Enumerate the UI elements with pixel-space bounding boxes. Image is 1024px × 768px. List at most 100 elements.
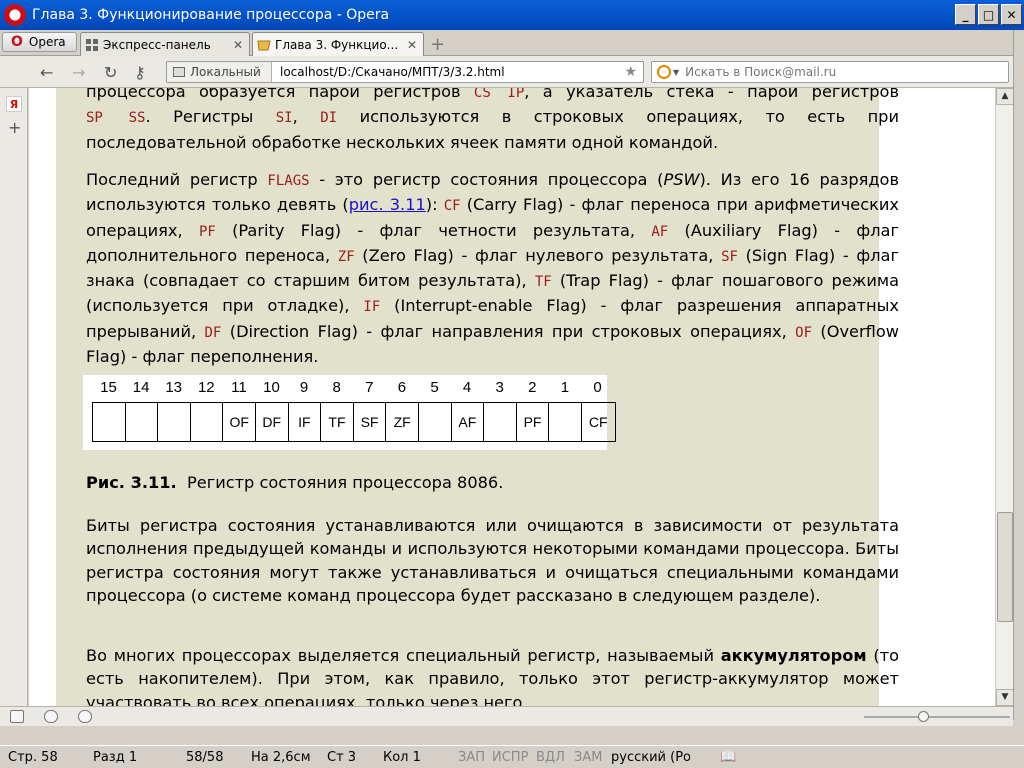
- forward-button[interactable]: →: [72, 63, 85, 82]
- code-sf: SF: [721, 248, 738, 265]
- paragraph-accumulator: Во многих процессорах выделяется специал…: [86, 644, 899, 706]
- tab-speed-dial[interactable]: Экспресс-панель ✕: [80, 32, 250, 56]
- opera-logo-icon[interactable]: [4, 4, 26, 26]
- maximize-button[interactable]: □: [978, 4, 999, 25]
- text: используются в строковых операциях, то е…: [337, 107, 899, 127]
- register-bit-cell: [126, 403, 159, 441]
- register-bit-cell: PF: [517, 403, 550, 441]
- address-toolbar: ← → ↻ ⚷ Локальный localhost/D:/Скачано/М…: [0, 56, 1024, 88]
- psw-term: PSW: [663, 170, 700, 189]
- register-bit-cell: [191, 403, 224, 441]
- bit-number: 0: [593, 379, 602, 396]
- tab-close-icon[interactable]: ✕: [407, 38, 417, 52]
- text: - это регистр состояния процессора (: [309, 170, 664, 189]
- bookmark-star-icon[interactable]: ★: [624, 64, 637, 80]
- search-engine-icon[interactable]: [657, 65, 671, 79]
- cloud-icon[interactable]: [44, 710, 58, 723]
- status-page: Стр. 58: [8, 750, 58, 765]
- status-section: Разд 1: [93, 750, 138, 765]
- register-bit-cell: AF: [452, 403, 485, 441]
- zoom-slider-track[interactable]: [864, 716, 1010, 718]
- code-si: SI: [275, 110, 293, 127]
- figure-caption: Рис. 3.11. Регистр состояния процессора …: [86, 473, 503, 492]
- search-input[interactable]: ▼ Искать в Поиск@mail.ru: [651, 61, 1009, 83]
- page-icon: [257, 40, 271, 50]
- register-bit-cell: [93, 403, 126, 441]
- register-bit-cell: [158, 403, 191, 441]
- side-panel: Я +: [0, 88, 28, 706]
- browser-status-bar: [0, 706, 1013, 726]
- window-titlebar: Глава 3. Функционирование процессора - O…: [0, 0, 1024, 30]
- tab-chapter3[interactable]: Глава 3. Функцио... ✕: [252, 32, 424, 56]
- code-pf: PF: [198, 223, 216, 240]
- code-sp-ss: SP SS: [86, 110, 146, 127]
- text: . Регистры: [145, 107, 276, 127]
- code-df: DF: [204, 324, 222, 341]
- code-tf: TF: [534, 274, 552, 291]
- code-di: DI: [320, 110, 338, 127]
- status-pages: 58/58: [186, 750, 224, 765]
- security-badge[interactable]: Локальный: [167, 62, 272, 82]
- opera-o-icon: O: [11, 34, 23, 50]
- turbo-icon[interactable]: [78, 710, 92, 723]
- tab-close-icon[interactable]: ✕: [233, 38, 243, 52]
- text: , а указатель стека - парой регистров: [524, 88, 899, 101]
- panel-toggle-icon[interactable]: [10, 710, 24, 723]
- register-bit-cell: IF: [289, 403, 322, 441]
- text: процессора образуется парой регистров: [86, 88, 474, 101]
- close-button[interactable]: ✕: [1001, 4, 1022, 25]
- code-cs-ip: CS IP: [473, 88, 525, 101]
- vertical-scrollbar[interactable]: ▲ ▼: [995, 88, 1014, 706]
- bit-number: 1: [560, 379, 570, 396]
- bit-number: 8: [332, 379, 341, 396]
- text: ):: [425, 195, 444, 215]
- tab-label: Экспресс-панель: [103, 37, 211, 52]
- computer-icon: [173, 67, 185, 77]
- page-body: процессора образуется парой регистров CS…: [56, 88, 899, 706]
- window-right-edge: [1013, 30, 1024, 720]
- caption-label: Рис. 3.11.: [86, 473, 177, 492]
- status-ovr[interactable]: ЗАМ: [574, 750, 602, 765]
- figure-link[interactable]: рис. 3.11: [349, 195, 426, 214]
- window-title: Глава 3. Функционирование процессора - O…: [32, 7, 390, 23]
- taskbar-strip: [0, 726, 1024, 745]
- yandex-icon[interactable]: Я: [6, 96, 22, 112]
- bit-number: 12: [197, 379, 215, 396]
- text: (Zero Flag) - флаг нулевого результата,: [354, 245, 722, 265]
- text: Во многих процессорах выделяется специал…: [86, 646, 721, 665]
- register-bit-cell: OF: [223, 403, 256, 441]
- scroll-up-button[interactable]: ▲: [996, 88, 1014, 105]
- zoom-slider-handle[interactable]: [918, 711, 929, 722]
- url-text[interactable]: localhost/D:/Скачано/МПТ/3/3.2.html: [272, 65, 505, 79]
- add-panel-icon[interactable]: +: [8, 118, 21, 137]
- reload-button[interactable]: ↻: [104, 63, 117, 82]
- key-icon[interactable]: ⚷: [134, 63, 146, 82]
- local-label: Локальный: [190, 65, 261, 79]
- register-bit-cell: CF: [588, 414, 608, 430]
- scroll-down-button[interactable]: ▼: [996, 689, 1014, 706]
- page-viewport[interactable]: процессора образуется парой регистров CS…: [29, 88, 995, 706]
- bit-number: 2: [528, 379, 537, 396]
- bit-number: 10: [263, 379, 280, 396]
- text: Последний регистр: [86, 170, 268, 189]
- bit-number: 13: [165, 379, 183, 396]
- chevron-down-icon[interactable]: ▼: [673, 68, 679, 77]
- grid-icon: [86, 38, 98, 51]
- scroll-thumb[interactable]: [997, 512, 1013, 622]
- address-field[interactable]: Локальный localhost/D:/Скачано/МПТ/3/3.2…: [166, 61, 644, 83]
- text: (Parity Flag) - флаг четности результата…: [215, 220, 652, 240]
- back-button[interactable]: ←: [40, 63, 53, 82]
- word-status-bar: Стр. 58 Разд 1 58/58 На 2,6см Ст 3 Кол 1…: [0, 745, 1024, 768]
- spellcheck-icon[interactable]: 📖: [720, 750, 736, 765]
- paragraph-registers: процессора образуется парой регистров CS…: [86, 88, 899, 154]
- code-of: OF: [795, 324, 813, 341]
- status-ext[interactable]: ВДЛ: [536, 750, 565, 765]
- status-trk[interactable]: ИСПР: [492, 750, 528, 765]
- minimize-button[interactable]: _: [955, 4, 976, 25]
- new-tab-button[interactable]: +: [430, 34, 445, 55]
- status-rec[interactable]: ЗАП: [458, 750, 485, 765]
- tab-bar: O Opera Экспресс-панель ✕ Глава 3. Функц…: [0, 30, 1024, 56]
- opera-menu-button[interactable]: O Opera: [2, 32, 77, 52]
- text: (Direction Flag) - флаг направления при …: [221, 321, 796, 341]
- bit-number: 15: [100, 379, 117, 396]
